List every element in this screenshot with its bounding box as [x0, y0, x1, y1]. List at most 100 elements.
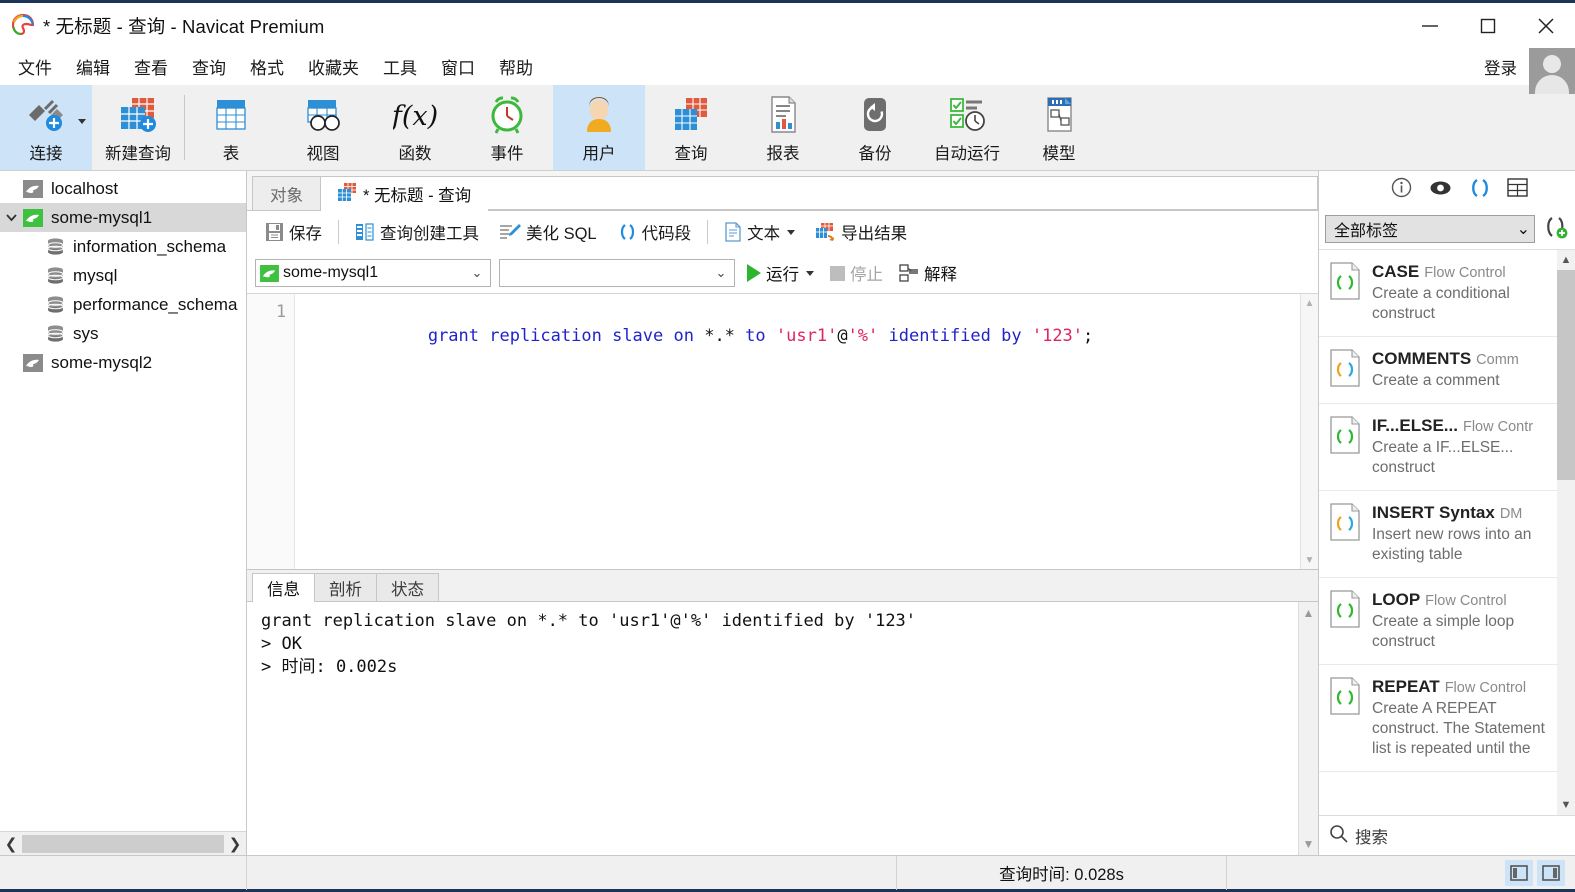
chevron-up-icon[interactable]: ▲	[1301, 294, 1318, 312]
toolbar-report[interactable]: 报表	[737, 85, 829, 170]
toolbar-new-query[interactable]: 新建查询	[92, 85, 184, 170]
close-icon[interactable]	[1517, 3, 1575, 48]
eye-icon[interactable]	[1429, 179, 1452, 202]
snippet-item-loop[interactable]: LOOP Flow Control Create a simple loop co…	[1319, 578, 1557, 665]
toolbar-view[interactable]: 视图	[277, 85, 369, 170]
tree-item-mysql[interactable]: mysql	[0, 261, 246, 290]
snippet-title: CASE Flow Control	[1372, 262, 1557, 282]
tab-info[interactable]: 信息	[252, 573, 315, 602]
chevron-down-icon[interactable]: ⌄	[712, 265, 730, 281]
add-snippet-icon[interactable]	[1543, 215, 1569, 244]
chevron-down-icon[interactable]: ⌄	[468, 265, 486, 281]
sql-token: '123'	[1031, 326, 1084, 346]
login-button[interactable]: 登录	[1484, 55, 1529, 79]
new-query-icon	[115, 92, 161, 138]
explain-button[interactable]: 解释	[895, 261, 961, 285]
tab-profile[interactable]: 剖析	[314, 573, 377, 601]
toolbar-automation[interactable]: 自动运行	[921, 85, 1013, 170]
snippets-button[interactable]: 代码段	[607, 217, 702, 247]
left-panel-toggle-icon[interactable]	[1505, 859, 1533, 886]
chevron-down-icon[interactable]	[787, 229, 796, 235]
scrollbar-track[interactable]	[1299, 624, 1318, 833]
chevron-down-icon[interactable]	[0, 211, 22, 224]
chevron-down-icon[interactable]: ▼	[1557, 795, 1575, 815]
snippet-search[interactable]: 搜索	[1319, 815, 1575, 855]
tree-item-performance-schema[interactable]: performance_schema	[0, 290, 246, 319]
tab-status[interactable]: 状态	[376, 573, 439, 601]
search-input[interactable]: 搜索	[1355, 824, 1388, 848]
run-button[interactable]: 运行	[743, 261, 818, 285]
snippet-item-comments[interactable]: COMMENTS Comm Create a comment	[1319, 337, 1557, 404]
chevron-up-icon[interactable]: ▲	[1299, 602, 1318, 624]
stop-button[interactable]: 停止	[826, 261, 887, 285]
user-avatar-icon[interactable]	[1529, 48, 1575, 94]
chevron-down-icon[interactable]	[78, 119, 86, 124]
text-button[interactable]: 文本	[714, 217, 805, 247]
toolbar-table[interactable]: 表	[185, 85, 277, 170]
query-builder-button[interactable]: 查询创建工具	[345, 217, 489, 247]
sql-editor[interactable]: 1 grant replication slave on *.* to 'usr…	[247, 294, 1300, 569]
menu-favorites[interactable]: 收藏夹	[296, 51, 371, 82]
snippet-item-repeat[interactable]: REPEAT Flow Control Create A REPEAT const…	[1319, 665, 1557, 772]
snippet-item-insert-syntax[interactable]: INSERT Syntax DM Insert new rows into an …	[1319, 491, 1557, 578]
menu-tools[interactable]: 工具	[371, 51, 429, 82]
toolbar-user[interactable]: 用户	[553, 85, 645, 170]
tree-item-information-schema[interactable]: information_schema	[0, 232, 246, 261]
toolbar-model[interactable]: 模型	[1013, 85, 1105, 170]
tree-item-some-mysql2[interactable]: some-mysql2	[0, 348, 246, 377]
snippet-item-case[interactable]: CASE Flow Control Create a conditional co…	[1319, 250, 1557, 337]
minimize-icon[interactable]	[1401, 3, 1459, 48]
menu-edit[interactable]: 编辑	[64, 51, 122, 82]
chevron-down-icon[interactable]: ▼	[1301, 551, 1318, 569]
chevron-down-icon[interactable]	[806, 270, 814, 276]
toolbar-event[interactable]: 事件	[461, 85, 553, 170]
chevron-left-icon[interactable]: ❮	[0, 835, 22, 853]
snippet-item-if-else[interactable]: IF...ELSE... Flow Contr Create a IF...ELS…	[1319, 404, 1557, 491]
navicat-window: * 无标题 - 查询 - Navicat Premium 文件 编辑 查看 查询…	[0, 0, 1575, 892]
sidebar-horizontal-scrollbar[interactable]: ❮ ❯	[0, 831, 246, 855]
maximize-icon[interactable]	[1459, 3, 1517, 48]
database-select[interactable]: ⌄	[499, 259, 735, 287]
info-icon[interactable]	[1391, 177, 1412, 203]
toolbar-backup[interactable]: 备份	[829, 85, 921, 170]
scrollbar-thumb[interactable]	[22, 834, 224, 853]
tab-query[interactable]: * 无标题 - 查询	[320, 176, 490, 211]
tree-item-label: mysql	[73, 265, 118, 285]
menu-view[interactable]: 查看	[122, 51, 180, 82]
results-vertical-scrollbar[interactable]: ▲ ▼	[1298, 602, 1318, 855]
sql-code[interactable]: grant replication slave on *.* to 'usr1'…	[295, 294, 1300, 569]
toolbar-query[interactable]: 查询	[645, 85, 737, 170]
connection-select[interactable]: some-mysql1 ⌄	[255, 259, 491, 287]
scrollbar-thumb[interactable]	[1557, 270, 1575, 480]
snippet-tag-select[interactable]: 全部标签 ⌄	[1325, 215, 1535, 243]
right-panel-toggle-icon[interactable]	[1537, 859, 1565, 886]
toolbar-function[interactable]: f(x) 函数	[369, 85, 461, 170]
chevron-down-icon[interactable]: ▼	[1299, 833, 1318, 855]
code-parens-icon[interactable]	[1469, 178, 1490, 203]
snippet-list[interactable]: CASE Flow Control Create a conditional co…	[1319, 249, 1575, 815]
scrollbar-track[interactable]	[1301, 312, 1318, 551]
chevron-down-icon[interactable]: ⌄	[1517, 219, 1530, 239]
menu-format[interactable]: 格式	[238, 51, 296, 82]
editor-vertical-scrollbar[interactable]: ▲ ▼	[1300, 294, 1318, 569]
tab-objects-label: 对象	[270, 186, 303, 205]
export-result-button[interactable]: 导出结果	[805, 217, 917, 247]
scrollbar-track[interactable]	[1557, 480, 1575, 795]
tree-item-sys[interactable]: sys	[0, 319, 246, 348]
snippet-scrollbar[interactable]: ▲ ▼	[1557, 250, 1575, 815]
tree-item-localhost[interactable]: localhost	[0, 174, 246, 203]
run-label: 运行	[766, 266, 799, 284]
save-button[interactable]: 保存	[255, 217, 332, 247]
toolbar-connection[interactable]: 连接	[0, 85, 92, 170]
database-icon	[44, 295, 66, 315]
menu-file[interactable]: 文件	[6, 51, 64, 82]
chevron-up-icon[interactable]: ▲	[1557, 250, 1575, 270]
chevron-right-icon[interactable]: ❯	[224, 835, 246, 853]
tab-objects[interactable]: 对象	[252, 176, 321, 210]
menu-query[interactable]: 查询	[180, 51, 238, 82]
beautify-sql-button[interactable]: 美化 SQL	[489, 217, 607, 247]
menu-window[interactable]: 窗口	[429, 51, 487, 82]
menu-help[interactable]: 帮助	[487, 51, 545, 82]
tree-item-some-mysql1[interactable]: some-mysql1	[0, 203, 246, 232]
grid-icon[interactable]	[1506, 178, 1528, 202]
